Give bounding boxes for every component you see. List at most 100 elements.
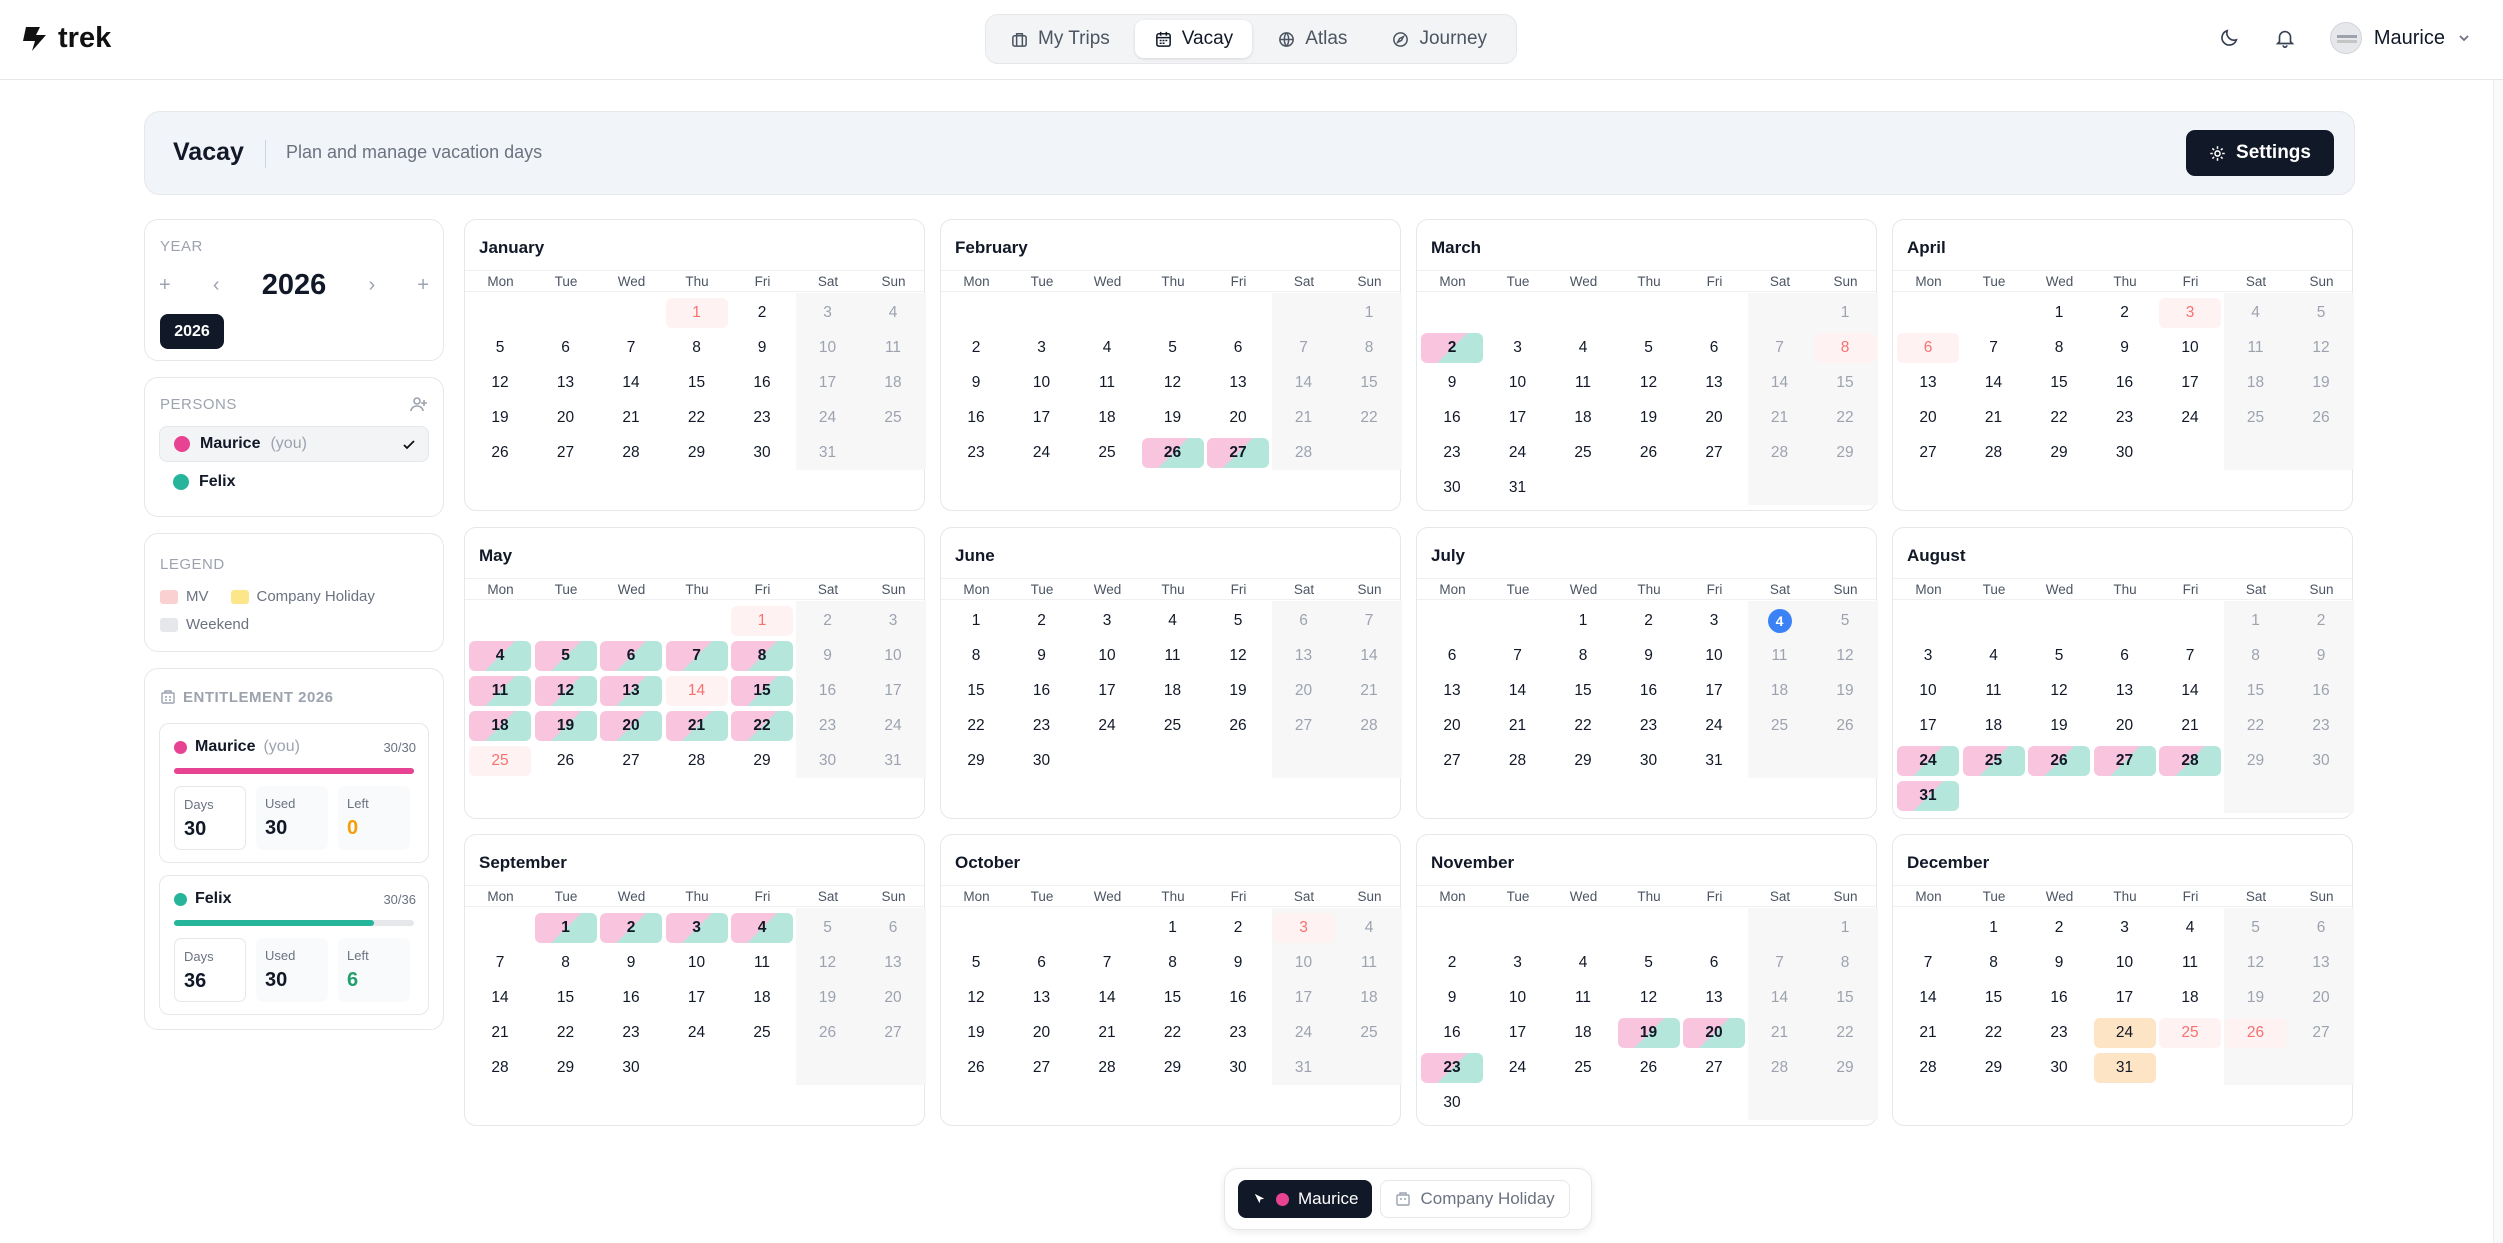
calendar-day[interactable]: 28: [1749, 438, 1811, 468]
calendar-day[interactable]: 1: [1814, 913, 1876, 943]
calendar-day[interactable]: 26: [469, 438, 531, 468]
calendar-day[interactable]: 4: [731, 913, 793, 943]
calendar-day[interactable]: 15: [2028, 368, 2090, 398]
calendar-day[interactable]: 3: [2094, 913, 2156, 943]
calendar-day[interactable]: 6: [600, 641, 662, 671]
calendar-day[interactable]: 14: [1749, 983, 1811, 1013]
calendar-day[interactable]: 22: [731, 711, 793, 741]
calendar-day[interactable]: 5: [945, 948, 1007, 978]
calendar-day[interactable]: 29: [1142, 1053, 1204, 1083]
calendar-day[interactable]: 7: [1963, 333, 2025, 363]
calendar-day[interactable]: 11: [2159, 948, 2221, 978]
calendar-day[interactable]: 6: [2094, 641, 2156, 671]
calendar-day[interactable]: 3: [1011, 333, 1073, 363]
calendar-day[interactable]: 29: [2225, 746, 2287, 776]
calendar-day[interactable]: 5: [1618, 948, 1680, 978]
calendar-day[interactable]: 10: [1683, 641, 1745, 671]
calendar-day[interactable]: 30: [2028, 1053, 2090, 1083]
calendar-day[interactable]: 18: [1963, 711, 2025, 741]
calendar-day[interactable]: 23: [1207, 1018, 1269, 1048]
calendar-day[interactable]: 20: [1683, 403, 1745, 433]
calendar-day[interactable]: 30: [1421, 1088, 1483, 1118]
calendar-day[interactable]: 1: [1963, 913, 2025, 943]
calendar-day[interactable]: 4: [469, 641, 531, 671]
calendar-day[interactable]: 28: [1338, 711, 1400, 741]
person-row-maurice[interactable]: Maurice (you): [159, 426, 429, 462]
calendar-day[interactable]: 11: [1963, 676, 2025, 706]
calendar-day[interactable]: 13: [1683, 983, 1745, 1013]
calendar-day[interactable]: 12: [2028, 676, 2090, 706]
calendar-day[interactable]: 31: [1897, 781, 1959, 811]
calendar-day[interactable]: 30: [1618, 746, 1680, 776]
calendar-day[interactable]: 5: [1618, 333, 1680, 363]
calendar-day[interactable]: 20: [2290, 983, 2352, 1013]
calendar-day[interactable]: 16: [2094, 368, 2156, 398]
calendar-day[interactable]: 28: [1749, 1053, 1811, 1083]
calendar-day[interactable]: 29: [535, 1053, 597, 1083]
calendar-day[interactable]: 23: [1011, 711, 1073, 741]
calendar-day[interactable]: 23: [1618, 711, 1680, 741]
calendar-day[interactable]: 19: [1207, 676, 1269, 706]
calendar-day[interactable]: 22: [1142, 1018, 1204, 1048]
calendar-day[interactable]: 26: [797, 1018, 859, 1048]
calendar-day[interactable]: 4: [1142, 606, 1204, 636]
calendar-day[interactable]: 20: [1897, 403, 1959, 433]
calendar-day[interactable]: 16: [2028, 983, 2090, 1013]
calendar-day[interactable]: 12: [2225, 948, 2287, 978]
calendar-day[interactable]: 31: [1487, 473, 1549, 503]
calendar-day[interactable]: 9: [1011, 641, 1073, 671]
calendar-day[interactable]: 17: [1487, 1018, 1549, 1048]
calendar-day[interactable]: 19: [945, 1018, 1007, 1048]
calendar-day[interactable]: 24: [1011, 438, 1073, 468]
calendar-day[interactable]: 26: [2224, 1018, 2287, 1048]
calendar-day[interactable]: 27: [600, 746, 662, 776]
calendar-day[interactable]: 30: [2094, 438, 2156, 468]
calendar-day[interactable]: 15: [1814, 368, 1876, 398]
calendar-day[interactable]: 28: [1076, 1053, 1138, 1083]
calendar-day[interactable]: 5: [2225, 913, 2287, 943]
calendar-day[interactable]: 29: [731, 746, 793, 776]
calendar-day[interactable]: 30: [1011, 746, 1073, 776]
calendar-day[interactable]: 9: [2028, 948, 2090, 978]
calendar-day[interactable]: 24: [2159, 403, 2221, 433]
tab-journey[interactable]: Journey: [1372, 20, 1506, 58]
calendar-day[interactable]: 12: [1207, 641, 1269, 671]
calendar-day[interactable]: 27: [1421, 746, 1483, 776]
calendar-day[interactable]: 11: [862, 333, 924, 363]
calendar-day[interactable]: 8: [1552, 641, 1614, 671]
calendar-day[interactable]: 19: [2028, 711, 2090, 741]
calendar-day[interactable]: 10: [1076, 641, 1138, 671]
calendar-day[interactable]: 31: [862, 746, 924, 776]
calendar-day[interactable]: 4: [2159, 913, 2221, 943]
calendar-day[interactable]: 5: [1207, 606, 1269, 636]
calendar-day[interactable]: 3: [665, 913, 728, 943]
calendar-day[interactable]: 4: [1552, 333, 1614, 363]
calendar-day[interactable]: 4: [1338, 913, 1400, 943]
calendar-day[interactable]: 1: [945, 606, 1007, 636]
calendar-day[interactable]: 24: [1897, 746, 1959, 776]
calendar-day[interactable]: 21: [1749, 403, 1811, 433]
calendar-day[interactable]: 20: [1207, 403, 1269, 433]
calendar-day[interactable]: 15: [1142, 983, 1204, 1013]
calendar-day[interactable]: 14: [600, 368, 662, 398]
calendar-day[interactable]: 30: [600, 1053, 662, 1083]
calendar-day[interactable]: 2: [1011, 606, 1073, 636]
calendar-day[interactable]: 20: [862, 983, 924, 1013]
calendar-day[interactable]: 21: [600, 403, 662, 433]
calendar-day[interactable]: 19: [1618, 403, 1680, 433]
calendar-day[interactable]: 23: [2094, 403, 2156, 433]
calendar-day[interactable]: 2: [797, 606, 859, 636]
calendar-day[interactable]: 11: [1749, 641, 1811, 671]
calendar-day[interactable]: 12: [797, 948, 859, 978]
calendar-day[interactable]: 24: [2093, 1018, 2156, 1048]
calendar-day[interactable]: 28: [1897, 1053, 1959, 1083]
calendar-day[interactable]: 16: [945, 403, 1007, 433]
calendar-day[interactable]: 11: [469, 676, 531, 706]
calendar-day[interactable]: 30: [2290, 746, 2352, 776]
calendar-day[interactable]: 26: [535, 746, 597, 776]
calendar-day[interactable]: 23: [797, 711, 859, 741]
calendar-day[interactable]: 10: [797, 333, 859, 363]
calendar-day[interactable]: 16: [1421, 1018, 1483, 1048]
calendar-day[interactable]: 2: [2028, 913, 2090, 943]
calendar-day[interactable]: 29: [1963, 1053, 2025, 1083]
